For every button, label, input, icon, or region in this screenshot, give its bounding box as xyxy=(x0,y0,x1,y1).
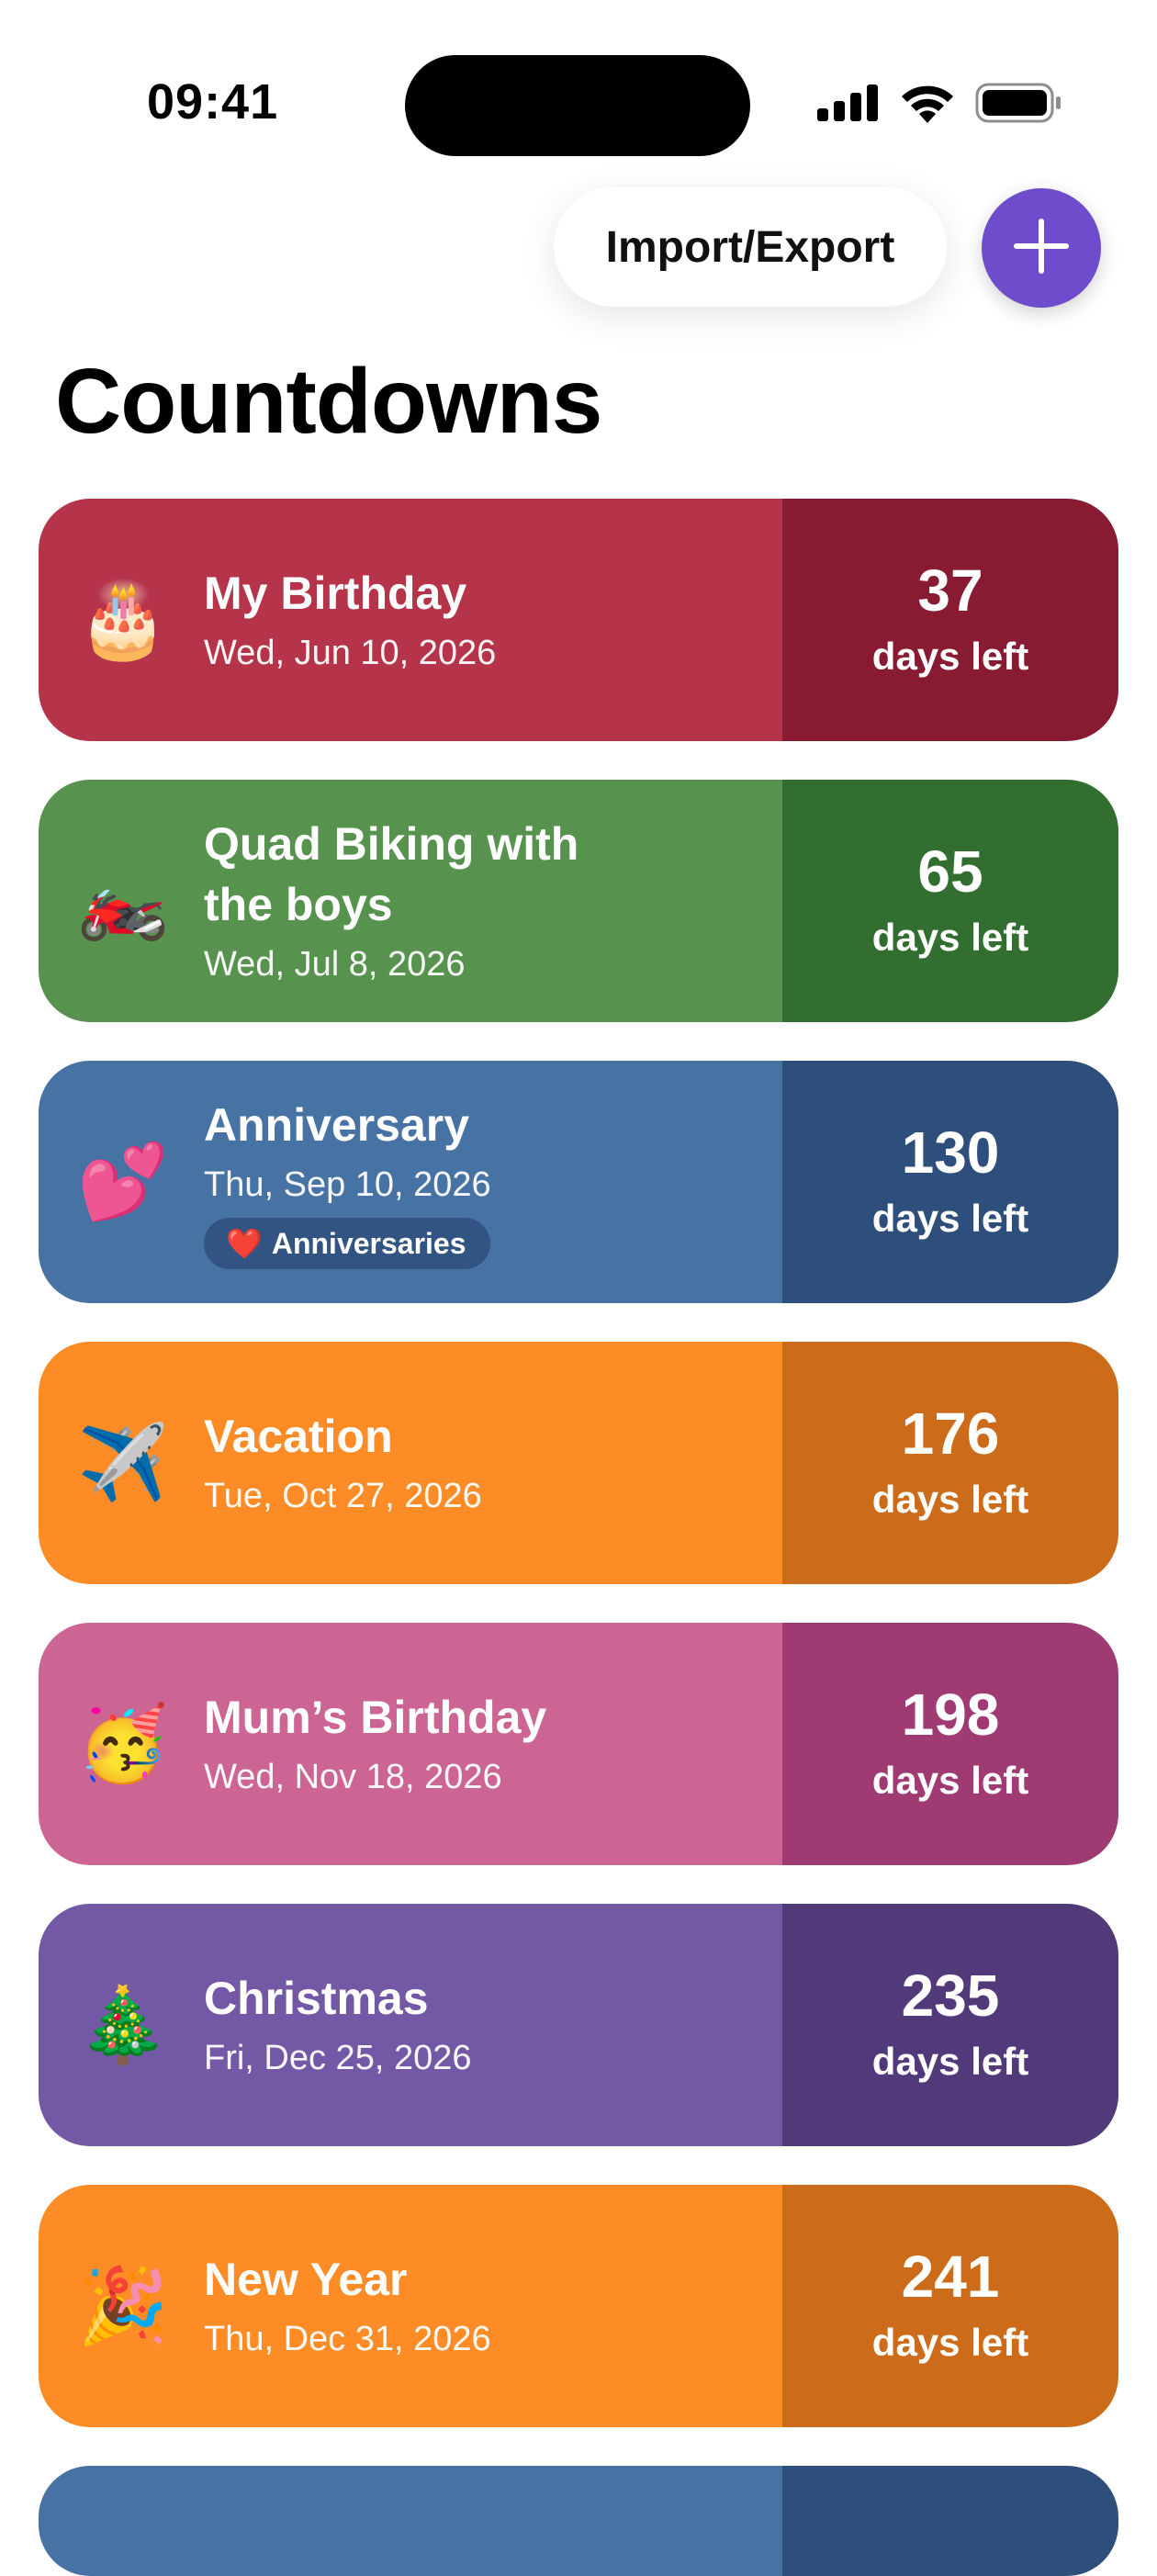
party-popper-emoji-icon: 🎉 xyxy=(77,2265,169,2346)
days-left-panel: 130 days left xyxy=(782,1061,1118,1303)
days-count: 130 xyxy=(901,1119,1000,1186)
countdown-date: Wed, Nov 18, 2026 xyxy=(204,1758,502,1796)
countdown-date: Tue, Oct 27, 2026 xyxy=(204,1477,482,1515)
days-left-panel: 241 days left xyxy=(782,2185,1118,2427)
countdown-date: Thu, Sep 10, 2026 xyxy=(204,1165,491,1204)
days-count: 176 xyxy=(901,1400,1000,1467)
card-main: 🎄 Christmas Fri, Dec 25, 2026 xyxy=(39,1904,782,2146)
card-text: Quad Biking with the boys Wed, Jul 8, 20… xyxy=(204,814,755,988)
card-text: New Year Thu, Dec 31, 2026 xyxy=(204,2249,755,2363)
countdown-date: Wed, Jul 8, 2026 xyxy=(204,945,466,984)
airplane-emoji-icon: ✈️ xyxy=(77,1422,169,1503)
days-left-panel: 198 days left xyxy=(782,1623,1118,1865)
status-bar: 09:41 xyxy=(0,0,1157,174)
days-count: 37 xyxy=(917,557,983,624)
import-export-button[interactable]: Import/Export xyxy=(554,187,947,307)
countdown-title: Vacation xyxy=(204,1411,393,1462)
days-left-label: days left xyxy=(871,1759,1029,1802)
card-main: 🏍️ Quad Biking with the boys Wed, Jul 8,… xyxy=(39,780,782,1022)
card-text: My Birthday Wed, Jun 10, 2026 xyxy=(204,563,755,677)
countdown-card-vacation[interactable]: ✈️ Vacation Tue, Oct 27, 2026 176 days l… xyxy=(39,1342,1118,1584)
page-title: Countdowns xyxy=(55,350,602,453)
countdown-card-new-year[interactable]: 🎉 New Year Thu, Dec 31, 2026 241 days le… xyxy=(39,2185,1118,2427)
category-tag: ❤️ Anniversaries xyxy=(204,1218,490,1269)
cellular-signal-icon xyxy=(817,84,880,121)
days-left-panel: 235 days left xyxy=(782,1904,1118,2146)
dynamic-island xyxy=(405,55,750,156)
countdown-card-mums-birthday[interactable]: 🥳 Mum’s Birthday Wed, Nov 18, 2026 198 d… xyxy=(39,1623,1118,1865)
days-left-label: days left xyxy=(871,2040,1029,2083)
countdown-date: Wed, Jun 10, 2026 xyxy=(204,634,497,672)
countdown-list: 🎂 My Birthday Wed, Jun 10, 2026 37 days … xyxy=(39,499,1118,2576)
countdown-title: New Year xyxy=(204,2254,408,2305)
days-count: 65 xyxy=(917,838,983,905)
days-left-panel: 176 days left xyxy=(782,1342,1118,1584)
days-left-label: days left xyxy=(871,1197,1029,1240)
card-main xyxy=(39,2466,782,2576)
days-left-label: days left xyxy=(871,635,1029,678)
countdown-card-my-birthday[interactable]: 🎂 My Birthday Wed, Jun 10, 2026 37 days … xyxy=(39,499,1118,741)
card-main: 🎂 My Birthday Wed, Jun 10, 2026 xyxy=(39,499,782,741)
days-count: 241 xyxy=(901,2244,1000,2310)
countdown-date: Fri, Dec 25, 2026 xyxy=(204,2039,472,2077)
motorcycle-emoji-icon: 🏍️ xyxy=(77,860,169,941)
countdown-card-quad-biking[interactable]: 🏍️ Quad Biking with the boys Wed, Jul 8,… xyxy=(39,780,1118,1022)
status-icons xyxy=(817,83,1062,123)
battery-icon xyxy=(975,83,1062,123)
add-countdown-button[interactable] xyxy=(982,188,1101,308)
days-left-panel xyxy=(782,2466,1118,2576)
status-time: 09:41 xyxy=(147,74,279,129)
countdown-card-partial[interactable] xyxy=(39,2466,1118,2576)
card-text: Anniversary Thu, Sep 10, 2026 ❤️ Anniver… xyxy=(204,1095,755,1269)
countdown-title: My Birthday xyxy=(204,568,467,619)
days-left-label: days left xyxy=(871,2321,1029,2364)
countdown-card-christmas[interactable]: 🎄 Christmas Fri, Dec 25, 2026 235 days l… xyxy=(39,1904,1118,2146)
days-left-label: days left xyxy=(871,1478,1029,1521)
days-count: 198 xyxy=(901,1682,1000,1748)
card-text: Vacation Tue, Oct 27, 2026 xyxy=(204,1406,755,1520)
countdown-title: Mum’s Birthday xyxy=(204,1692,547,1743)
red-heart-icon: ❤️ xyxy=(226,1227,263,1260)
countdown-title: Christmas xyxy=(204,1973,429,2024)
plus-icon xyxy=(1013,218,1070,279)
days-count: 235 xyxy=(901,1963,1000,2029)
card-text: Mum’s Birthday Wed, Nov 18, 2026 xyxy=(204,1687,755,1801)
days-left-panel: 37 days left xyxy=(782,499,1118,741)
christmas-tree-emoji-icon: 🎄 xyxy=(77,1984,169,2065)
two-hearts-emoji-icon: 💕 xyxy=(77,1141,169,1222)
days-left-panel: 65 days left xyxy=(782,780,1118,1022)
countdown-date: Thu, Dec 31, 2026 xyxy=(204,2320,491,2358)
card-main: 🥳 Mum’s Birthday Wed, Nov 18, 2026 xyxy=(39,1623,782,1865)
days-left-label: days left xyxy=(871,916,1029,959)
wifi-icon xyxy=(900,83,955,123)
card-main: 💕 Anniversary Thu, Sep 10, 2026 ❤️ Anniv… xyxy=(39,1061,782,1303)
card-main: 🎉 New Year Thu, Dec 31, 2026 xyxy=(39,2185,782,2427)
card-main: ✈️ Vacation Tue, Oct 27, 2026 xyxy=(39,1342,782,1584)
card-text: Christmas Fri, Dec 25, 2026 xyxy=(204,1968,755,2082)
countdown-title: Quad Biking with the boys xyxy=(204,818,579,930)
countdown-title: Anniversary xyxy=(204,1099,470,1151)
category-tag-label: Anniversaries xyxy=(271,1227,466,1260)
partying-face-emoji-icon: 🥳 xyxy=(77,1703,169,1784)
countdown-card-anniversary[interactable]: 💕 Anniversary Thu, Sep 10, 2026 ❤️ Anniv… xyxy=(39,1061,1118,1303)
birthday-cake-emoji-icon: 🎂 xyxy=(77,579,169,660)
